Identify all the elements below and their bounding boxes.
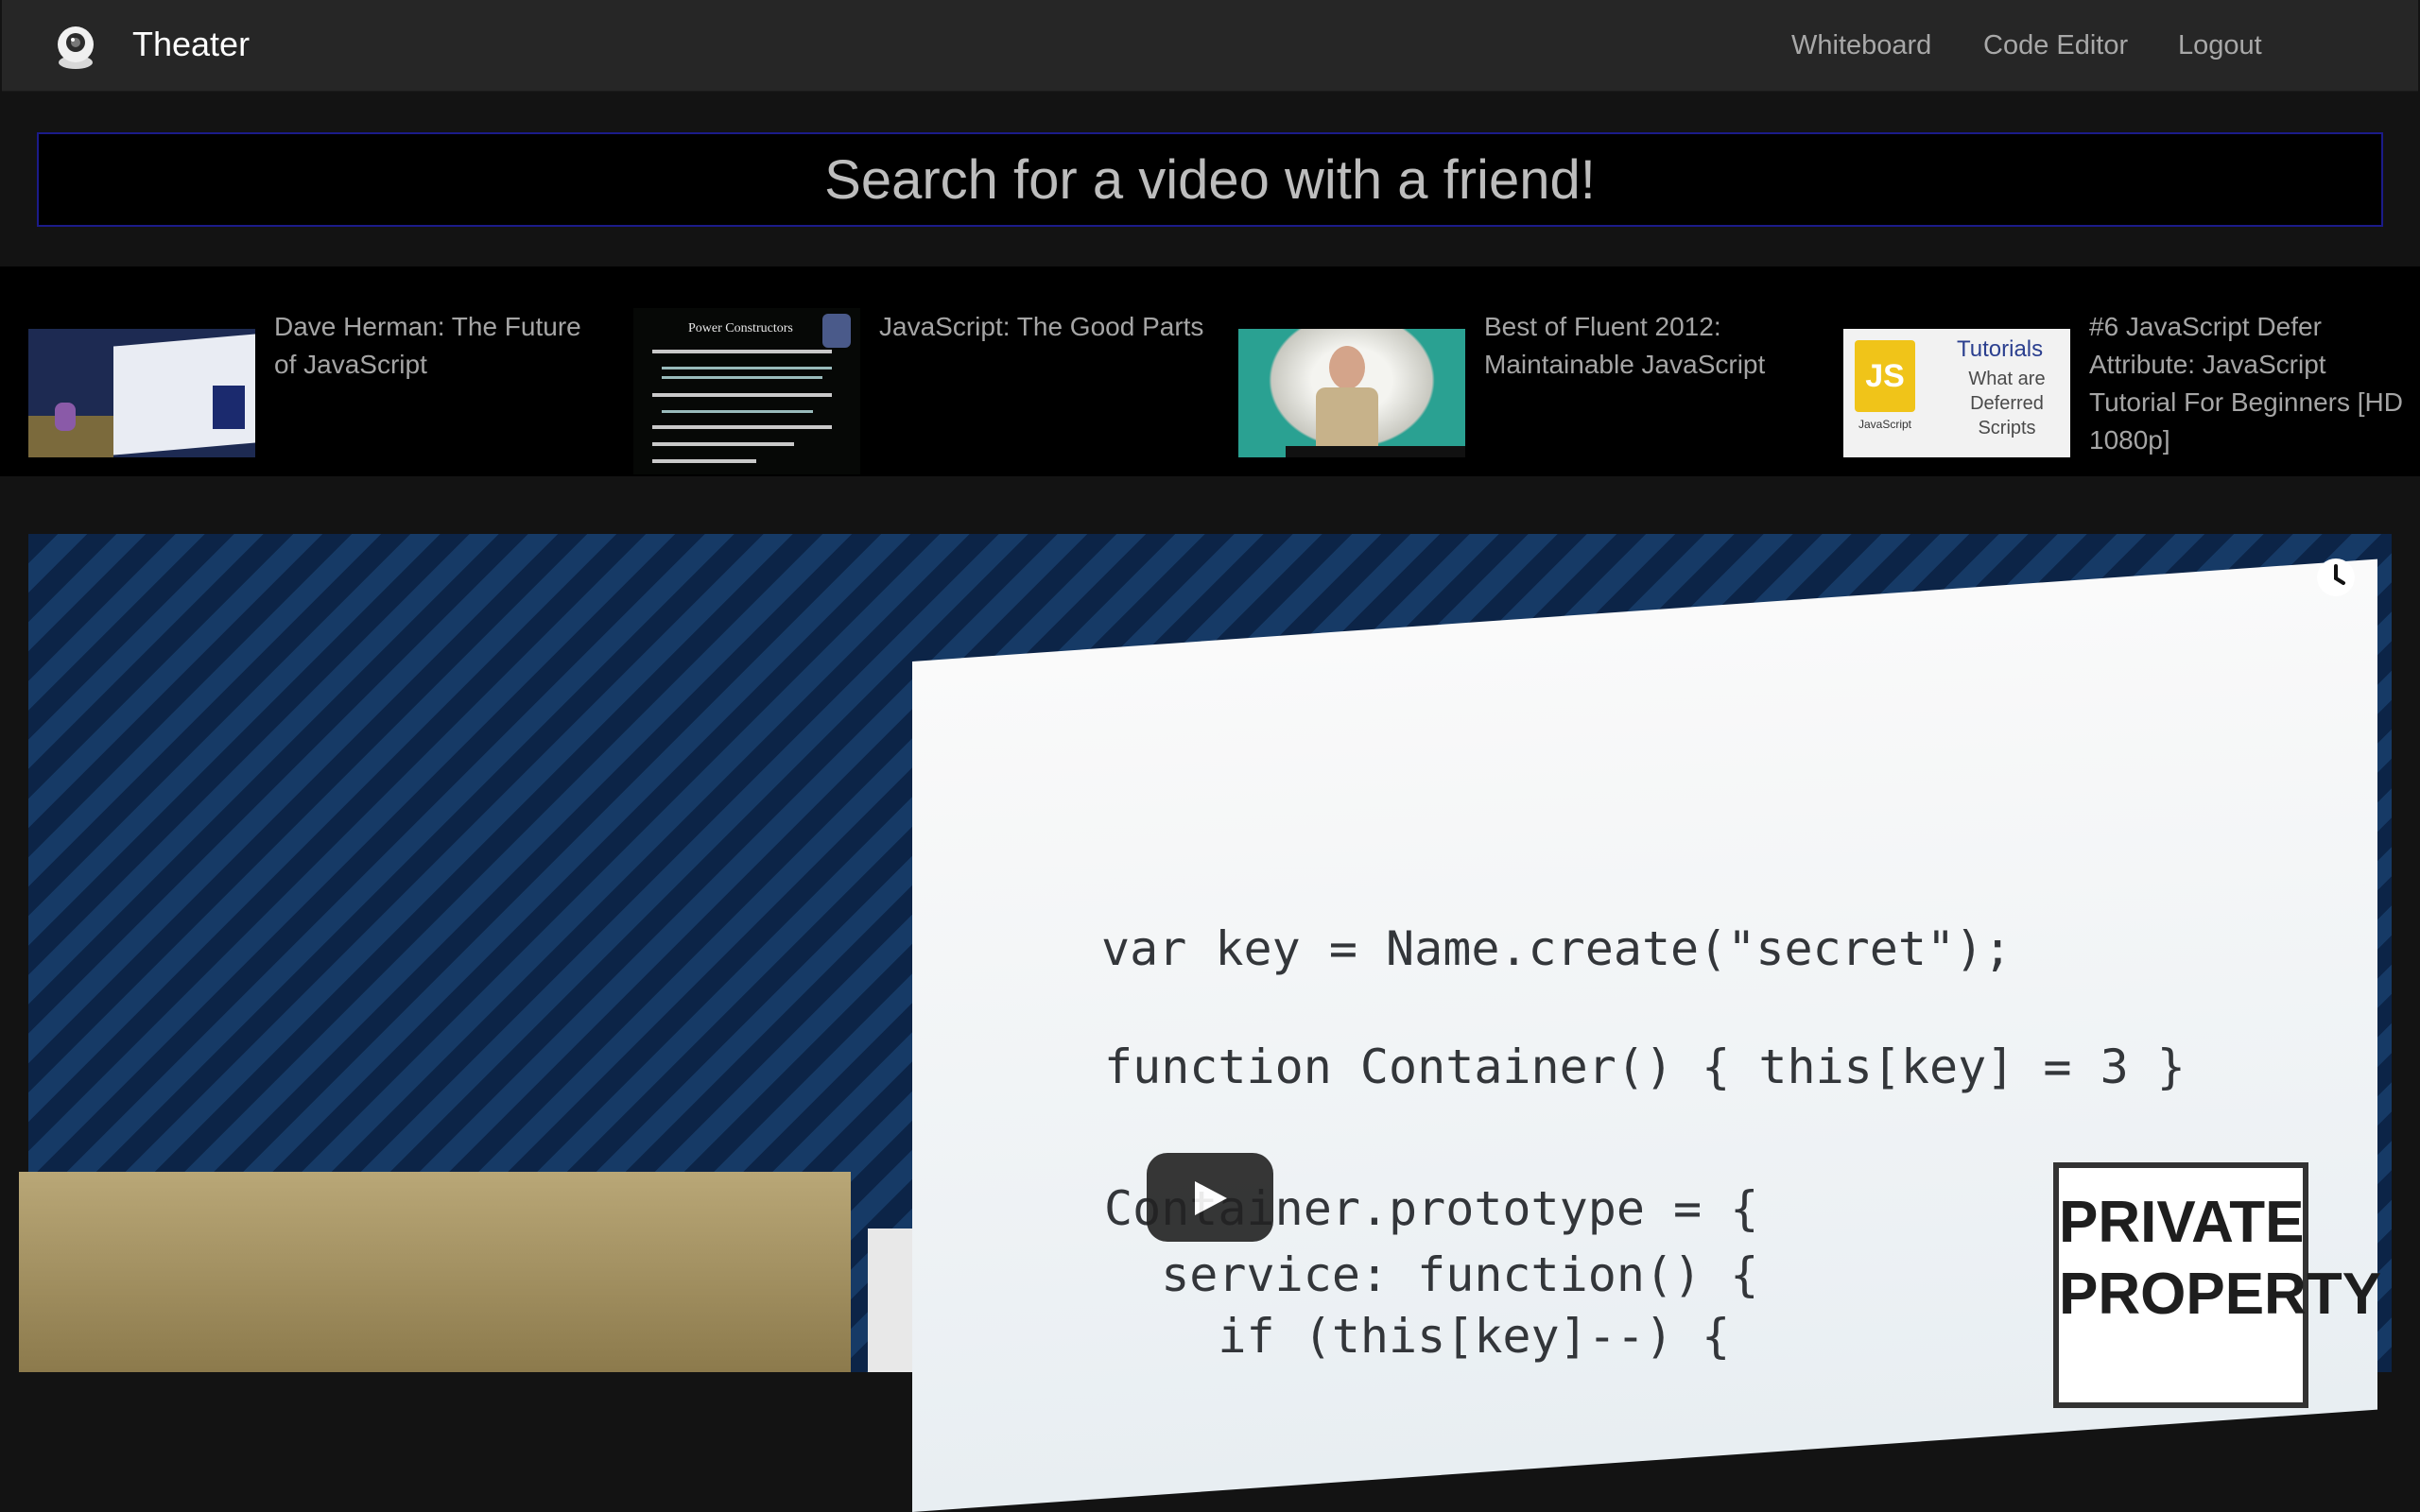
slide-code-line: service: function() {	[1104, 1247, 1759, 1302]
result-item[interactable]: JS JavaScript Tutorials What are Deferre…	[1843, 289, 2411, 459]
sign-line: PRIVATE	[2059, 1190, 2305, 1255]
play-button[interactable]	[1147, 1153, 1273, 1242]
slide-code-line: var key = Name.create("secret");	[1101, 921, 2013, 976]
result-item[interactable]: Power Constructors JavaScript: The Good …	[633, 289, 1203, 474]
play-icon	[1195, 1181, 1227, 1215]
thumbnail-heading: Tutorials	[1957, 336, 2044, 362]
result-item[interactable]: Best of Fluent 2012: Maintainable JavaSc…	[1238, 289, 1806, 459]
navbar: Theater Whiteboard Code Editor Logout	[2, 0, 2418, 92]
video-thumbnail[interactable]	[1238, 329, 1465, 457]
slide-code-line: if (this[key]--) {	[1104, 1309, 1731, 1364]
js-logo: JS	[1855, 340, 1915, 412]
result-title[interactable]: JavaScript: The Good Parts	[879, 308, 1205, 346]
brand-name[interactable]: Theater	[132, 25, 250, 64]
search-bar	[37, 132, 2383, 227]
slide-private-property-sign: PRIVATE PROPERTY	[2053, 1162, 2382, 1408]
slide-code-line: function Container() { this[key] = 3 }	[1104, 1040, 2186, 1094]
search-results: Dave Herman: The Future of JavaScript Po…	[0, 266, 2420, 476]
result-title[interactable]: Dave Herman: The Future of JavaScript	[274, 308, 600, 384]
result-title[interactable]: #6 JavaScript Defer Attribute: JavaScrip…	[2089, 308, 2415, 459]
video-frame-speaker-area	[19, 1172, 851, 1372]
clock-icon[interactable]	[2316, 558, 2356, 597]
sign-line: PROPERTY	[2059, 1262, 2382, 1327]
thumbnail-heading: Power Constructors	[688, 321, 793, 335]
video-thumbnail[interactable]: Power Constructors	[633, 308, 860, 474]
nav-whiteboard-link[interactable]: Whiteboard	[1791, 30, 1931, 61]
nav-code-editor-link[interactable]: Code Editor	[1983, 30, 2128, 61]
nav-logout-link[interactable]: Logout	[2178, 30, 2262, 61]
result-title[interactable]: Best of Fluent 2012: Maintainable JavaSc…	[1484, 308, 1810, 384]
js-logo-caption: JavaScript	[1858, 418, 1912, 431]
video-thumbnail[interactable]	[28, 329, 255, 457]
webcam-icon[interactable]	[49, 19, 102, 72]
video-thumbnail[interactable]: JS JavaScript Tutorials What are Deferre…	[1843, 329, 2070, 457]
result-item[interactable]: Dave Herman: The Future of JavaScript	[28, 289, 596, 459]
thumbnail-lines: What are Deferred Scripts	[1968, 369, 2046, 438]
search-input[interactable]	[39, 134, 2381, 225]
